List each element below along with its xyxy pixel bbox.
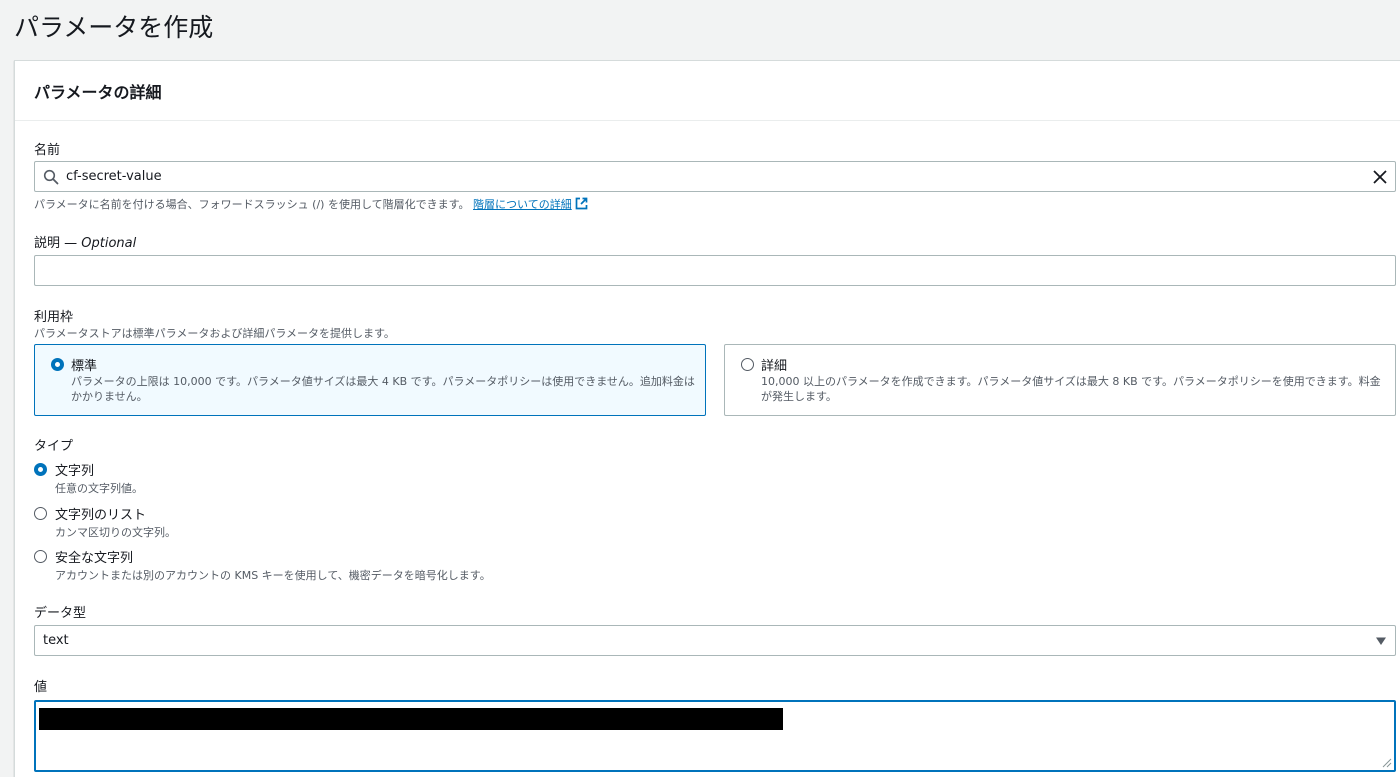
- tier-standard-label: 標準: [71, 359, 98, 374]
- tier-hint: パラメータストアは標準パラメータおよび詳細パラメータを提供します。: [34, 327, 395, 340]
- type-stringlist-radio[interactable]: [34, 507, 47, 520]
- type-label: タイプ: [34, 439, 74, 454]
- name-value: cf-secret-value: [66, 169, 162, 184]
- type-string-desc: 任意の文字列値。: [55, 482, 143, 495]
- redacted-value: [39, 708, 783, 730]
- type-securestring-label[interactable]: 安全な文字列: [55, 547, 133, 566]
- panel-header: パラメータの詳細: [15, 61, 1400, 121]
- data-type-label: データ型: [34, 606, 87, 621]
- tier-standard-tile[interactable]: 標準 パラメータの上限は 10,000 です。パラメータ値サイズは最大 4 KB…: [34, 344, 706, 416]
- type-stringlist-label[interactable]: 文字列のリスト: [55, 504, 146, 523]
- close-icon[interactable]: [1371, 168, 1389, 186]
- type-stringlist-desc: カンマ区切りの文字列。: [55, 526, 176, 539]
- external-link-icon[interactable]: [575, 197, 588, 210]
- hierarchy-details-link[interactable]: 階層についての詳細: [473, 198, 572, 211]
- description-input[interactable]: [34, 255, 1396, 286]
- type-securestring-radio[interactable]: [34, 550, 47, 563]
- type-string-label[interactable]: 文字列: [55, 460, 94, 479]
- type-securestring-desc: アカウントまたは別のアカウントの KMS キーを使用して、機密データを暗号化しま…: [55, 569, 491, 582]
- name-hint-text: パラメータに名前を付ける場合、フォワードスラッシュ (/) を使用して階層化でき…: [34, 198, 470, 211]
- description-label: 説明 — Optional: [34, 232, 136, 251]
- tier-standard-desc: パラメータの上限は 10,000 です。パラメータ値サイズは最大 4 KB です…: [71, 375, 695, 403]
- value-textarea[interactable]: [34, 700, 1396, 772]
- resize-handle-icon[interactable]: [1382, 758, 1392, 768]
- data-type-value: text: [43, 633, 69, 648]
- page-title: パラメータを作成: [14, 13, 214, 42]
- parameter-details-panel: パラメータの詳細 名前 cf-secret-value パラメータに名前を付ける…: [14, 60, 1400, 777]
- name-label: 名前: [34, 143, 61, 158]
- tier-advanced-desc: 10,000 以上のパラメータを作成できます。パラメータ値サイズは最大 8 KB…: [761, 375, 1381, 403]
- tier-standard-radio[interactable]: [51, 358, 64, 371]
- search-icon: [43, 169, 59, 185]
- panel-title: パラメータの詳細: [34, 83, 162, 102]
- description-label-text: 説明: [34, 236, 61, 251]
- tier-advanced-tile[interactable]: 詳細 10,000 以上のパラメータを作成できます。パラメータ値サイズは最大 8…: [724, 344, 1396, 416]
- tier-advanced-radio[interactable]: [741, 358, 754, 371]
- caret-down-icon: [1376, 637, 1386, 645]
- type-string-radio[interactable]: [34, 463, 47, 476]
- data-type-select[interactable]: text: [34, 625, 1396, 656]
- tier-label: 利用枠: [34, 310, 74, 325]
- name-hint: パラメータに名前を付ける場合、フォワードスラッシュ (/) を使用して階層化でき…: [34, 196, 588, 212]
- optional-tag: — Optional: [60, 236, 137, 251]
- value-label: 値: [34, 680, 48, 695]
- name-input[interactable]: cf-secret-value: [34, 161, 1396, 192]
- tier-advanced-label: 詳細: [761, 359, 788, 374]
